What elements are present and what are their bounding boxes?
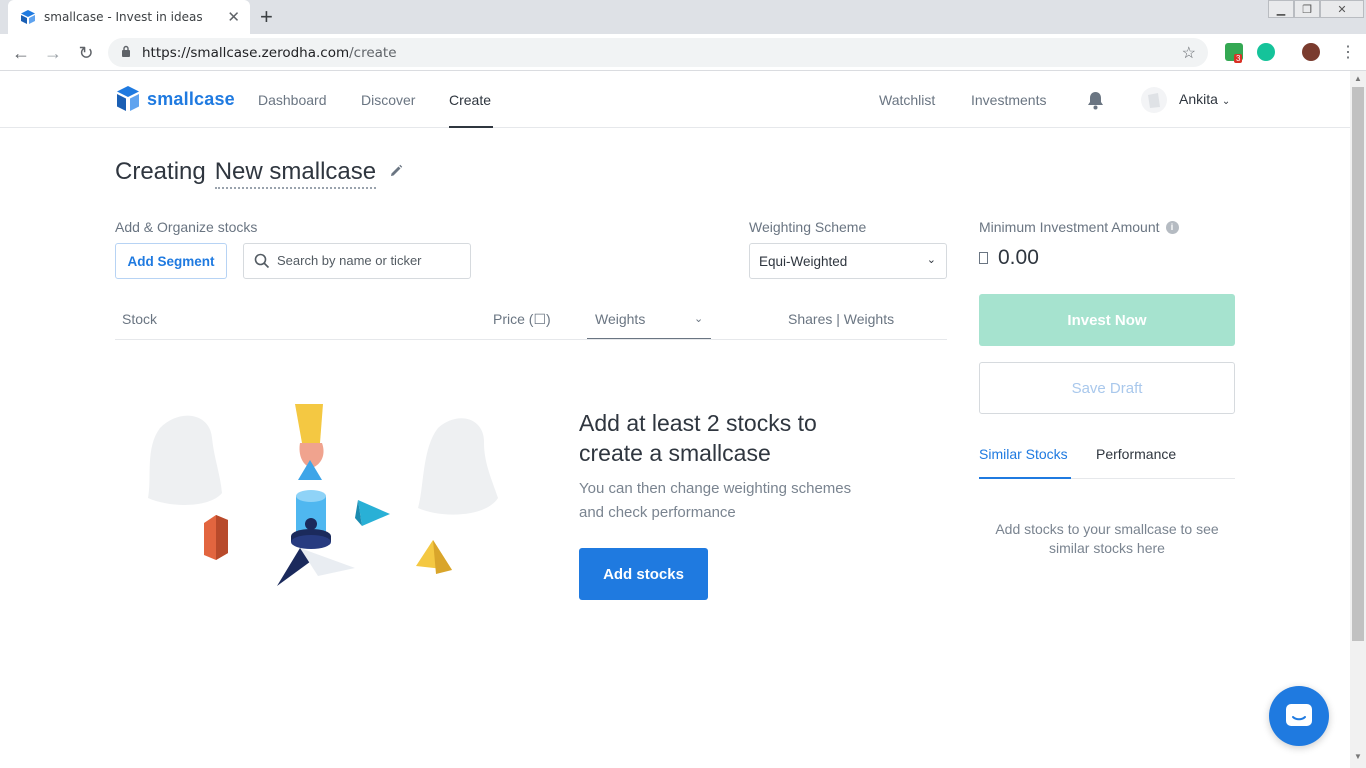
- chevron-down-icon: ⌄: [1221, 96, 1231, 107]
- column-shares-weights: Shares | Weights: [788, 311, 895, 327]
- window-minimize-button[interactable]: ▁: [1268, 0, 1294, 18]
- nav-active-underline: [449, 126, 493, 128]
- add-segment-button[interactable]: Add Segment: [115, 243, 227, 279]
- user-name: Ankita: [1179, 91, 1218, 107]
- save-draft-button[interactable]: Save Draft: [979, 362, 1235, 414]
- window-close-button[interactable]: ✕: [1320, 0, 1364, 18]
- profile-avatar-icon[interactable]: [1302, 43, 1320, 61]
- pencil-edit-icon[interactable]: [389, 164, 403, 178]
- invest-now-button[interactable]: Invest Now: [979, 294, 1235, 346]
- min-investment-label: Minimum Investment Amount: [979, 219, 1160, 235]
- similar-stocks-hint: Add stocks to your smallcase to see simi…: [995, 521, 1219, 556]
- column-weights-dropdown[interactable]: Weights: [595, 311, 645, 327]
- add-stocks-button[interactable]: Add stocks: [579, 548, 708, 600]
- browser-menu-icon[interactable]: ⋮: [1340, 42, 1356, 62]
- brand-name: smallcase: [147, 88, 235, 109]
- nav-discover[interactable]: Discover: [361, 92, 415, 108]
- bookmark-star-icon[interactable]: ☆: [1182, 43, 1196, 63]
- browser-toolbar: ← → ↻ https://smallcase.zerodha.com/crea…: [0, 34, 1366, 71]
- empty-state-subtitle: You can then change weighting schemes an…: [579, 480, 852, 521]
- chevron-down-icon: ⌄: [926, 254, 936, 266]
- browser-tab[interactable]: smallcase - Invest in ideas ✕: [8, 0, 250, 34]
- weighting-scheme-label: Weighting Scheme: [749, 219, 867, 235]
- grammarly-icon[interactable]: [1257, 43, 1275, 61]
- title-prefix: Creating: [115, 158, 206, 185]
- nav-watchlist[interactable]: Watchlist: [879, 92, 935, 108]
- url-text: https://smallcase.zerodha.com/create: [142, 45, 397, 61]
- reload-icon[interactable]: ↻: [74, 41, 98, 65]
- column-price: Price (☐): [493, 311, 551, 327]
- chevron-down-icon[interactable]: ⌄: [694, 312, 703, 325]
- tab-similar-stocks[interactable]: Similar Stocks: [979, 446, 1068, 462]
- chat-icon: [1286, 704, 1312, 726]
- weighting-scheme-value: Equi-Weighted: [759, 254, 848, 269]
- table-header-divider: [115, 339, 947, 340]
- side-tab-active-underline: [979, 477, 1071, 479]
- address-bar[interactable]: https://smallcase.zerodha.com/create ☆: [108, 38, 1208, 67]
- rupee-icon: [979, 252, 988, 264]
- info-icon[interactable]: i: [1165, 220, 1179, 234]
- window-restore-button[interactable]: ❐: [1294, 0, 1320, 18]
- user-menu[interactable]: Ankita ⌄: [1179, 91, 1230, 107]
- smallcase-favicon-icon: [21, 10, 35, 24]
- page-title: Creating New smallcase: [115, 158, 403, 189]
- notification-bell-icon[interactable]: [1087, 91, 1104, 110]
- chat-support-button[interactable]: [1269, 686, 1329, 746]
- browser-tab-strip: smallcase - Invest in ideas ✕ + ▁ ❐ ✕: [0, 0, 1366, 34]
- user-avatar[interactable]: [1141, 87, 1167, 113]
- min-investment-value: 0.00: [998, 246, 1039, 269]
- column-stock: Stock: [122, 311, 158, 327]
- new-tab-icon[interactable]: +: [260, 4, 273, 30]
- smallcase-logo-icon: [117, 86, 139, 111]
- scroll-up-arrow-icon[interactable]: ▲: [1354, 74, 1362, 83]
- lock-icon: [122, 45, 130, 57]
- empty-state-illustration: [148, 404, 498, 586]
- scrollbar-thumb[interactable]: [1352, 87, 1364, 641]
- add-organize-label: Add & Organize stocks: [115, 219, 258, 235]
- nav-create[interactable]: Create: [449, 92, 491, 108]
- nav-investments[interactable]: Investments: [971, 92, 1046, 108]
- empty-state-title: Add at least 2 stocks to create a smallc…: [579, 410, 817, 466]
- tab-title: smallcase - Invest in ideas: [44, 10, 203, 24]
- search-icon: [254, 253, 270, 269]
- extension-badge: 3: [1234, 54, 1243, 63]
- tab-close-icon[interactable]: ✕: [227, 8, 240, 26]
- back-arrow-icon[interactable]: ←: [9, 41, 33, 65]
- min-investment-amount: 0.00: [979, 246, 1039, 270]
- min-investment-label-row: Minimum Investment Amount i: [979, 219, 1179, 235]
- search-placeholder: Search by name or ticker: [277, 253, 422, 268]
- smallcase-name[interactable]: New smallcase: [214, 158, 377, 189]
- tab-performance[interactable]: Performance: [1096, 446, 1176, 462]
- forward-arrow-icon[interactable]: →: [41, 41, 65, 65]
- stock-search-input[interactable]: Search by name or ticker: [243, 243, 471, 279]
- scroll-down-arrow-icon[interactable]: ▼: [1354, 752, 1362, 761]
- weighting-scheme-select[interactable]: Equi-Weighted ⌄: [749, 243, 947, 279]
- page-scrollbar[interactable]: ▲ ▼: [1350, 71, 1366, 768]
- brand-logo[interactable]: smallcase: [115, 84, 235, 114]
- nav-dashboard[interactable]: Dashboard: [258, 92, 327, 108]
- app-header: smallcase Dashboard Discover Create Watc…: [0, 71, 1350, 128]
